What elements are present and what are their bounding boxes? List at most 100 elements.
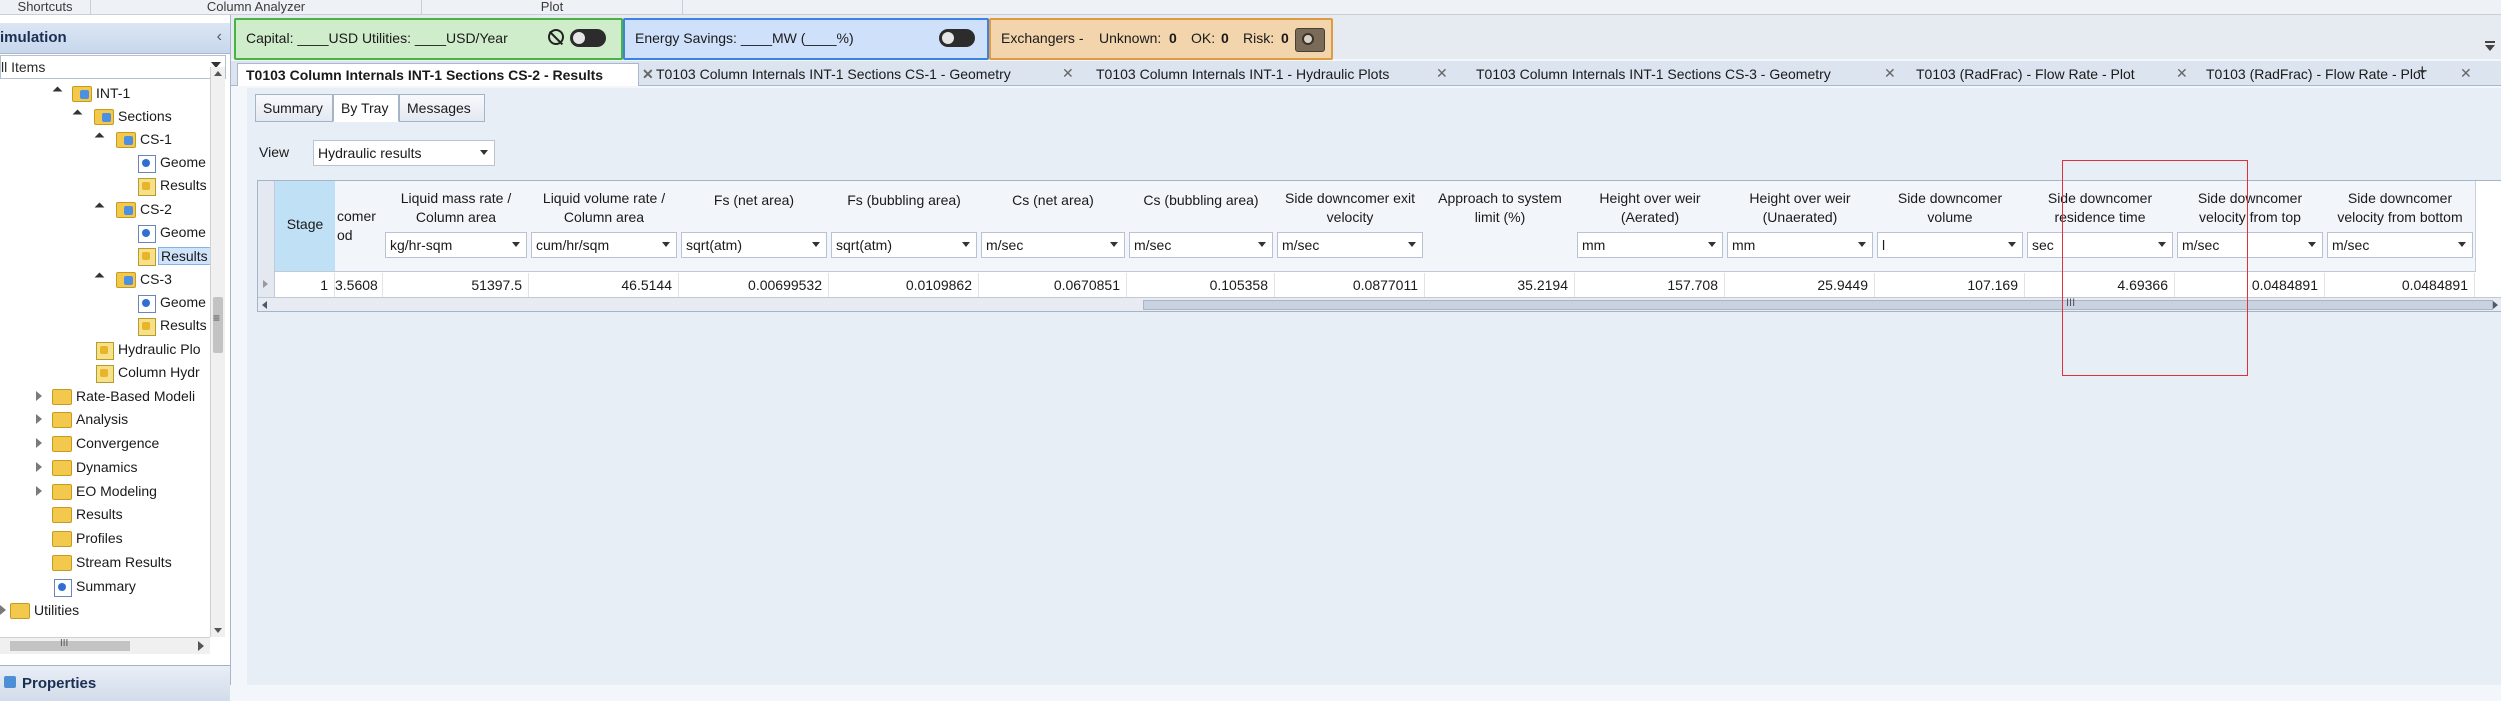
unit-dropdown[interactable]: m/sec (1129, 232, 1273, 258)
capital-toggle[interactable] (570, 29, 606, 47)
tab-flow-rate-plot-1[interactable]: T0103 (RadFrac) - Flow Rate - Plot ✕ (1916, 63, 2188, 85)
tree-item-cs-1-geometry[interactable]: Geome (0, 152, 210, 174)
expand-icon[interactable] (36, 486, 42, 496)
stage-cell[interactable]: 1 (275, 273, 335, 297)
table-cell[interactable]: 46.5144 (529, 273, 679, 297)
close-icon[interactable]: ✕ (1062, 65, 1074, 82)
column-header[interactable]: Fs (bubbling area) sqrt(atm) (829, 181, 980, 272)
tab-cs-1-geometry[interactable]: T0103 Column Internals INT-1 Sections CS… (656, 63, 1076, 85)
tree-item-cs-3[interactable]: CS-3 (0, 269, 210, 291)
tree-item-column-hydraulics[interactable]: Column Hydr (0, 362, 210, 384)
table-cell[interactable]: 0.0109862 (829, 273, 979, 297)
tree-item-cs-3-geometry[interactable]: Geome (0, 292, 210, 314)
column-header[interactable]: Side downcomer volume l (1875, 181, 2026, 272)
exchanger-settings-icon[interactable] (1295, 28, 1325, 52)
column-header[interactable]: Height over weir (Aerated) mm (1575, 181, 1726, 272)
table-cell[interactable]: 0.0877011 (1275, 273, 1425, 297)
table-cell[interactable]: 0.0484891 (2325, 273, 2475, 297)
ribbon-group-shortcuts[interactable]: Shortcuts (0, 0, 91, 14)
scroll-thumb[interactable] (213, 297, 223, 353)
prohibited-icon[interactable] (548, 29, 564, 45)
tree-item-hydraulic-plots[interactable]: Hydraulic Plo (0, 339, 210, 361)
view-dropdown[interactable]: Hydraulic results (313, 140, 495, 166)
collapse-icon[interactable] (94, 202, 105, 213)
scroll-up-icon[interactable] (214, 71, 222, 76)
energy-toggle[interactable] (939, 29, 975, 47)
column-header[interactable]: Side downcomer velocity from top m/sec (2175, 181, 2326, 272)
expand-icon[interactable] (36, 462, 42, 472)
close-icon[interactable]: ✕ (1436, 65, 1448, 82)
ribbon-group-column-analyzer[interactable]: Column Analyzer (91, 0, 422, 14)
column-header[interactable]: Approach to system limit (%) (1425, 181, 1576, 272)
column-header[interactable]: comer od (335, 181, 384, 272)
unit-dropdown[interactable]: m/sec (1277, 232, 1423, 258)
ribbon-group-plot[interactable]: Plot (422, 0, 683, 14)
column-header[interactable]: Liquid mass rate / Column area kg/hr-sqm (383, 181, 530, 272)
column-header[interactable]: Side downcomer exit velocity m/sec (1275, 181, 1426, 272)
exchangers-panel[interactable]: Exchangers - Unknown: 0 OK: 0 Risk: 0 (989, 18, 1333, 60)
column-header[interactable]: Cs (net area) m/sec (979, 181, 1128, 272)
column-header[interactable]: Fs (net area) sqrt(atm) (679, 181, 830, 272)
table-cell[interactable]: 107.169 (1875, 273, 2025, 297)
table-cell[interactable]: 3.5608 (335, 273, 383, 297)
scroll-right-icon[interactable] (198, 641, 204, 651)
tab-by-tray[interactable]: By Tray (333, 94, 399, 122)
table-cell[interactable]: 157.708 (1575, 273, 1725, 297)
scroll-left-icon[interactable] (262, 301, 267, 309)
tree-item-cs-1[interactable]: CS-1 (0, 129, 210, 151)
expand-icon[interactable] (36, 391, 42, 401)
scroll-thumb[interactable] (1143, 300, 2493, 310)
tree-item-stream-results[interactable]: Stream Results (0, 552, 210, 574)
tree-item-cs-2-geometry[interactable]: Geome (0, 222, 210, 244)
column-header[interactable]: Height over weir (Unaerated) mm (1725, 181, 1876, 272)
table-cell[interactable]: 0.105358 (1127, 273, 1275, 297)
close-icon[interactable]: ✕ (1884, 65, 1896, 82)
tree-item-dynamics[interactable]: Dynamics (0, 457, 210, 479)
scroll-right-icon[interactable] (2493, 301, 2498, 309)
unit-dropdown[interactable]: kg/hr-sqm (385, 232, 527, 258)
tree-item-int-1[interactable]: INT-1 (0, 83, 210, 105)
collapse-nav-icon[interactable]: ‹ (217, 28, 222, 46)
table-cell[interactable]: 25.9449 (1725, 273, 1875, 297)
tree-item-cs-3-results[interactable]: Results (0, 315, 210, 337)
nav-filter-dropdown[interactable]: ll Items (0, 55, 226, 79)
scroll-thumb[interactable] (10, 641, 130, 651)
column-header[interactable]: Side downcomer residence time sec (2025, 181, 2176, 272)
energy-savings-panel[interactable]: Energy Savings: ____MW (____%) (623, 18, 989, 60)
tab-cs-3-geometry[interactable]: T0103 Column Internals INT-1 Sections CS… (1476, 63, 1896, 85)
capital-panel[interactable]: Capital: ____USD Utilities: ____USD/Year (234, 18, 623, 60)
tree-item-cs-2[interactable]: CS-2 (0, 199, 210, 221)
tree-item-results[interactable]: Results (0, 504, 210, 526)
collapse-icon[interactable] (94, 272, 105, 283)
close-icon[interactable]: ✕ (642, 66, 654, 83)
tree-item-rate-based-modeling[interactable]: Rate-Based Modeli (0, 386, 210, 408)
scroll-down-icon[interactable] (214, 628, 222, 633)
properties-pane-header[interactable]: Properties (0, 665, 230, 701)
column-header[interactable]: Liquid volume rate / Column area cum/hr/s… (529, 181, 680, 272)
table-row[interactable]: 1 3.5608 51397.5 46.5144 0.00699532 0.010986… (258, 273, 2501, 297)
tab-messages[interactable]: Messages (399, 94, 485, 122)
expand-icon[interactable] (36, 414, 42, 424)
close-icon[interactable]: ✕ (2460, 65, 2472, 82)
tree-item-eo-modeling[interactable]: EO Modeling (0, 481, 210, 503)
table-cell[interactable]: 51397.5 (383, 273, 529, 297)
unit-dropdown[interactable]: mm (1577, 232, 1723, 258)
nav-horizontal-scrollbar[interactable]: III (0, 637, 210, 654)
tree-item-profiles[interactable]: Profiles (0, 528, 210, 550)
add-tab-icon[interactable]: + (2417, 61, 2428, 82)
table-cell[interactable]: 0.00699532 (679, 273, 829, 297)
tree-item-utilities[interactable]: Utilities (0, 600, 210, 622)
column-header[interactable]: Side downcomer velocity from bottom m/sec (2325, 181, 2476, 272)
collapse-icon[interactable] (94, 132, 105, 143)
tree-item-cs-2-results[interactable]: Results (0, 245, 210, 267)
tab-summary[interactable]: Summary (255, 94, 333, 122)
tree-item-analysis[interactable]: Analysis (0, 409, 210, 431)
unit-dropdown[interactable]: cum/hr/sqm (531, 232, 677, 258)
close-icon[interactable]: ✕ (2176, 65, 2188, 82)
table-cell[interactable]: 0.0484891 (2175, 273, 2325, 297)
unit-dropdown[interactable]: sqrt(atm) (831, 232, 977, 258)
expand-icon[interactable] (36, 438, 42, 448)
column-header[interactable]: Cs (bubbling area) m/sec (1127, 181, 1276, 272)
tree-item-summary[interactable]: Summary (0, 576, 210, 598)
table-cell[interactable]: 0.0670851 (979, 273, 1127, 297)
